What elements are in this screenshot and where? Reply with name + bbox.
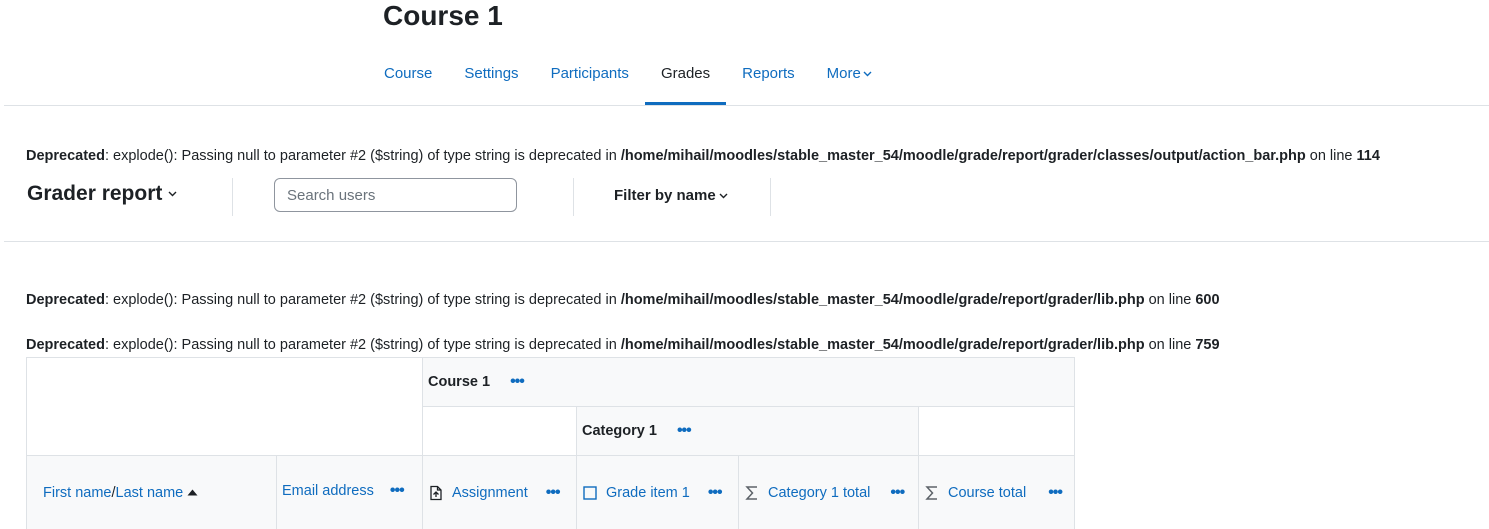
more-actions-icon[interactable]: ••• <box>390 482 405 498</box>
nav-tab-reports[interactable]: Reports <box>726 56 811 105</box>
sort-email-link[interactable]: Email address <box>282 483 374 499</box>
nav-tab-grades-label: Grades <box>660 65 711 82</box>
notice-line: 759 <box>1195 337 1220 353</box>
action-bar-separator <box>573 178 574 216</box>
more-actions-icon[interactable]: ••• <box>708 484 723 500</box>
search-users-input[interactable] <box>274 178 517 212</box>
course-header-label: Course 1 <box>428 374 491 390</box>
notice-message: : explode(): Passing null to parameter #… <box>104 292 621 308</box>
filter-by-name-label: Filter by name <box>614 187 716 204</box>
course-total-blank-cell <box>918 406 1075 456</box>
nav-tab-more-label: More <box>826 65 861 82</box>
grade-item-column-header: Grade item 1 ••• <box>576 455 739 529</box>
grade-item-link[interactable]: Grade item 1 <box>606 485 690 501</box>
secondary-navigation: Course Settings Participants Grades Repo… <box>368 56 888 105</box>
sigma-icon <box>745 485 757 500</box>
assignment-column-header: Assignment ••• <box>422 455 577 529</box>
notice-path: /home/mihail/moodles/stable_master_54/mo… <box>620 292 1145 308</box>
more-actions-icon[interactable]: ••• <box>546 484 561 500</box>
assignment-icon <box>430 485 442 500</box>
course-header-cell: Course 1 ••• <box>422 357 1075 407</box>
chevron-down-icon <box>863 71 872 77</box>
nav-tab-more[interactable]: More <box>811 56 888 105</box>
deprecation-notice: Deprecated: explode(): Passing null to p… <box>26 291 1220 309</box>
deprecation-notice: Deprecated: explode(): Passing null to p… <box>26 147 1380 165</box>
notice-online: on line <box>1305 148 1357 164</box>
category-total-link[interactable]: Category 1 total <box>768 485 870 501</box>
filter-by-name-button[interactable]: Filter by name <box>614 187 728 204</box>
nav-tab-participants[interactable]: Participants <box>535 56 645 105</box>
notice-prefix: Deprecated <box>26 292 105 308</box>
course-title: Course 1 <box>383 0 503 31</box>
notice-path: /home/mihail/moodles/stable_master_54/mo… <box>620 337 1145 353</box>
nav-tab-settings[interactable]: Settings <box>448 56 534 105</box>
chevron-down-icon <box>168 191 177 197</box>
more-actions-icon[interactable]: ••• <box>677 423 692 439</box>
notice-message: : explode(): Passing null to parameter #… <box>104 148 621 164</box>
more-actions-icon[interactable]: ••• <box>890 484 905 500</box>
header-blank-cell <box>26 357 423 456</box>
notice-online: on line <box>1144 292 1196 308</box>
assignment-link[interactable]: Assignment <box>452 485 528 501</box>
sort-first-name-link[interactable]: First name <box>43 485 112 501</box>
sort-ascending-icon <box>187 489 198 496</box>
notice-prefix: Deprecated <box>26 148 105 164</box>
chevron-down-icon <box>719 193 728 199</box>
nav-tab-grades[interactable]: Grades <box>644 56 727 105</box>
notice-line: 114 <box>1356 148 1380 164</box>
action-bar-divider <box>4 241 1489 242</box>
notice-online: on line <box>1144 337 1196 353</box>
category-header-label: Category 1 <box>582 423 657 439</box>
notice-line: 600 <box>1195 292 1220 308</box>
name-column-header: First name / Last name <box>26 455 277 529</box>
action-bar: Grader report Filter by name <box>0 176 1489 216</box>
table-row: First name / Last name Email address •••… <box>26 455 1075 529</box>
grader-table: Course 1 ••• Category 1 ••• First name /… <box>26 357 1075 529</box>
category-total-column-header: Category 1 total ••• <box>738 455 919 529</box>
nav-tab-reports-label: Reports <box>742 65 795 82</box>
notice-message: : explode(): Passing null to parameter #… <box>104 337 621 353</box>
sort-last-name-link[interactable]: Last name <box>116 485 184 501</box>
nav-tab-settings-label: Settings <box>464 65 519 82</box>
report-selector[interactable]: Grader report <box>27 182 177 206</box>
deprecation-notice: Deprecated: explode(): Passing null to p… <box>26 336 1220 354</box>
manual-grade-item-icon <box>583 485 597 500</box>
more-actions-icon[interactable]: ••• <box>510 374 525 390</box>
nav-tab-participants-label: Participants <box>550 65 629 82</box>
notice-prefix: Deprecated <box>26 337 105 353</box>
table-row: Course 1 ••• <box>26 357 1075 456</box>
more-actions-icon[interactable]: ••• <box>1048 484 1063 500</box>
nav-tab-course-label: Course <box>384 65 433 82</box>
nav-tab-course[interactable]: Course <box>368 56 448 105</box>
nav-divider <box>4 105 1489 106</box>
category-header-cell: Category 1 ••• <box>576 406 919 456</box>
report-title: Grader report <box>27 182 163 205</box>
course-total-column-header: Course total ••• <box>918 455 1075 529</box>
category-blank-cell <box>422 406 577 456</box>
email-column-header: Email address ••• <box>276 455 423 529</box>
page: Course 1 Course Settings Participants Gr… <box>0 0 1489 529</box>
sigma-icon <box>925 485 937 500</box>
action-bar-separator <box>770 178 771 216</box>
course-total-link[interactable]: Course total <box>948 485 1026 501</box>
action-bar-separator <box>232 178 233 216</box>
notice-path: /home/mihail/moodles/stable_master_54/mo… <box>620 148 1306 164</box>
